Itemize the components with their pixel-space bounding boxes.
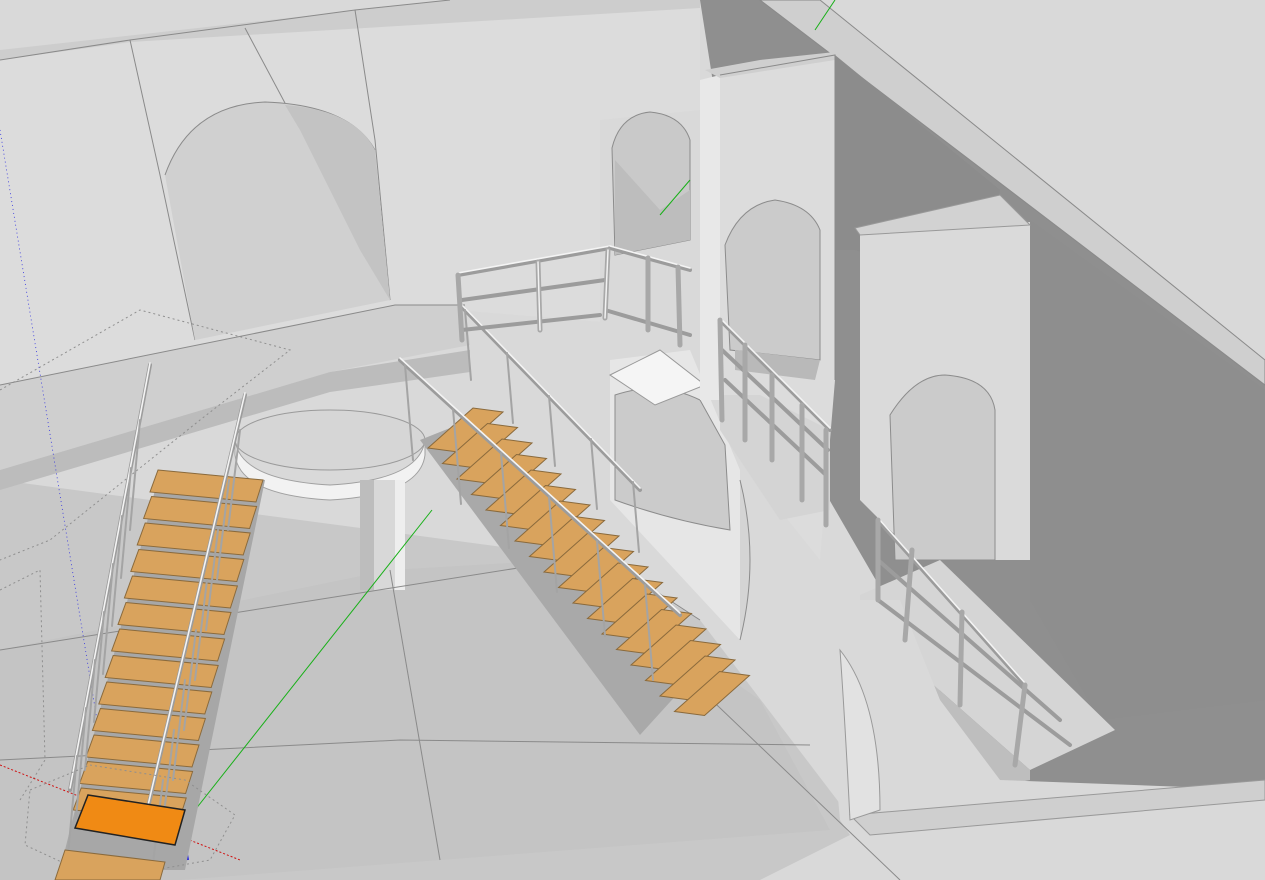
center-stair-baluster: [590, 438, 598, 510]
3d-viewport[interactable]: [0, 0, 1265, 880]
3d-scene[interactable]: [0, 0, 1265, 880]
center-stair-baluster: [548, 395, 556, 467]
circular-landing[interactable]: [234, 409, 426, 471]
center-stair-baluster: [506, 352, 514, 424]
